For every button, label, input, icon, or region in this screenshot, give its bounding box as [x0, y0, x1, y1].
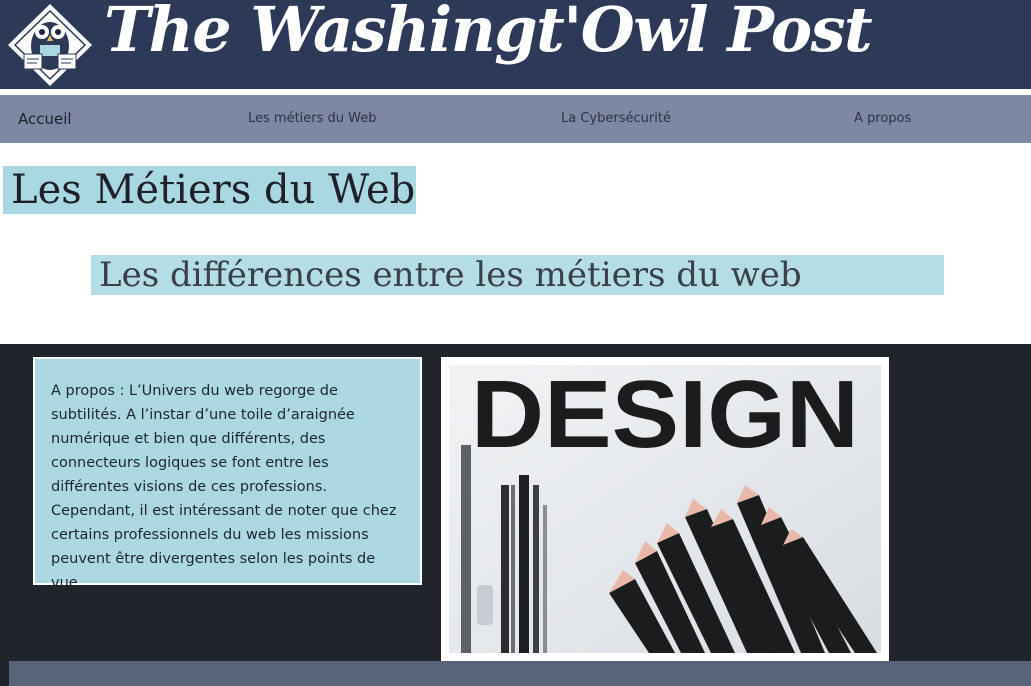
main-nav: Accueil Les métiers du Web La Cybersécur…: [0, 95, 1031, 143]
footer-bar: [9, 661, 1031, 686]
about-card: A propos : L’Univers du web regorge de s…: [33, 357, 422, 591]
nav-item-cybersecurite[interactable]: La Cybersécurité: [561, 95, 671, 143]
page-title-block: Les Métiers du Web: [3, 166, 416, 214]
design-word: DESIGN: [471, 365, 859, 468]
nav-item-metiers-web[interactable]: Les métiers du Web: [248, 95, 377, 143]
site-title: The Washingt'Owl Post: [104, 0, 873, 66]
about-text: A propos : L’Univers du web regorge de s…: [51, 383, 397, 591]
owl-logo[interactable]: [6, 2, 94, 88]
design-pencils-image: DESIGN: [449, 365, 881, 653]
section-subtitle: Les différences entre les métiers du web: [99, 255, 802, 295]
page-title: Les Métiers du Web: [11, 167, 416, 213]
nav-item-a-propos[interactable]: A propos: [854, 95, 911, 143]
nav-item-accueil[interactable]: Accueil: [18, 95, 72, 143]
section-subtitle-block: Les différences entre les métiers du web: [91, 255, 944, 295]
site-header: The Washingt'Owl Post: [0, 0, 1031, 89]
